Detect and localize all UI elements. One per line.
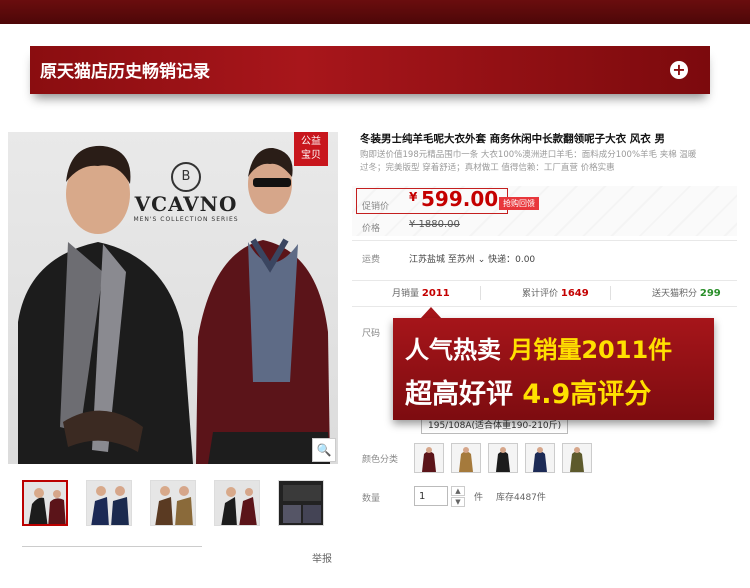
- quantity-label: 数量: [362, 494, 381, 504]
- brand-logo: B VCAVNO MEN'S COLLECTION SERIES: [126, 162, 246, 223]
- badge-line1: 公益: [301, 136, 321, 147]
- price-tag-badge: 抢购回馈: [499, 197, 539, 210]
- review-count-value: 1649: [560, 288, 589, 299]
- promo-rating: 4.9高评分: [522, 379, 652, 410]
- color-label: 颜色分类: [362, 455, 399, 465]
- color-swatch-camel[interactable]: [451, 443, 481, 473]
- swatch-2-image: [459, 447, 473, 472]
- swatch-3-image: [496, 447, 510, 472]
- tmall-points-label: 送天猫积分: [652, 289, 698, 299]
- sales-stats: 月销量 2011 累计评价 1649 送天猫积分 299: [352, 282, 737, 304]
- color-swatch-black[interactable]: [488, 443, 518, 473]
- size-label: 尺码: [362, 329, 381, 339]
- zoom-icon[interactable]: 🔍: [312, 438, 336, 462]
- shipping-label: 运费: [362, 255, 381, 265]
- thumb-4-image: [215, 481, 259, 525]
- brand-tagline: MEN'S COLLECTION SERIES: [133, 216, 239, 223]
- brand-emblem-icon: B: [171, 162, 201, 192]
- promo-hot-sale: 人气热卖: [405, 336, 501, 364]
- shipping-info[interactable]: 江苏盐城 至苏州 ⌄ 快递：0.00: [409, 252, 535, 265]
- swatch-1-image: [422, 447, 436, 472]
- thumbnail-2[interactable]: [86, 480, 132, 526]
- swatch-5-image: [570, 447, 584, 472]
- divider: [352, 280, 737, 281]
- stock-count: 库存4487件: [496, 493, 546, 503]
- stat-separator: [480, 286, 481, 300]
- review-count[interactable]: 累计评价 1649: [522, 286, 589, 299]
- review-count-label: 累计评价: [522, 289, 559, 299]
- brand-name: VCAVNO: [134, 192, 238, 216]
- product-title: 冬装男士纯羊毛呢大衣外套 商务休闲中长款翻领呢子大衣 风衣 男: [360, 133, 665, 145]
- promo-line-2: 超高好评 4.9高评分: [405, 372, 651, 411]
- expand-plus-icon[interactable]: +: [670, 61, 688, 79]
- color-swatch-burgundy[interactable]: [414, 443, 444, 473]
- monthly-sales-value: 2011: [421, 288, 450, 299]
- promo-line-1: 人气热卖 月销量2011件: [405, 330, 672, 365]
- quantity-unit: 件: [474, 493, 484, 503]
- original-price: ¥ 1880.00: [409, 219, 460, 230]
- stat-separator: [610, 286, 611, 300]
- promo-monthly-label: 月销量: [509, 336, 582, 364]
- tmall-points: 送天猫积分 299: [652, 286, 721, 299]
- quantity-down-icon[interactable]: ▼: [451, 497, 465, 507]
- thumbnail-divider: [22, 546, 202, 547]
- thumbnail-5[interactable]: [278, 480, 324, 526]
- report-link[interactable]: 举报: [312, 550, 332, 565]
- monthly-sales: 月销量 2011: [392, 286, 450, 299]
- product-subtitle: 购即送价值198元精品围巾一条 大衣100%澳洲进口羊毛：面料成分100%羊毛 …: [360, 150, 697, 173]
- thumbnail-4[interactable]: [214, 480, 260, 526]
- price-currency: ¥: [409, 190, 418, 204]
- banner-title: 原天猫店历史畅销记录: [40, 62, 210, 82]
- promo-high-praise: 超高好评: [405, 379, 513, 410]
- thumb-3-image: [151, 481, 195, 525]
- thumb-5-image: [279, 481, 323, 525]
- sales-record-banner: 原天猫店历史畅销记录 +: [30, 46, 710, 94]
- top-band: [0, 0, 750, 24]
- promo-banner: 人气热卖 月销量2011件 超高好评 4.9高评分: [393, 318, 714, 420]
- badge-line2: 宝贝: [301, 150, 321, 161]
- tmall-points-value: 299: [699, 288, 721, 299]
- divider: [352, 306, 737, 307]
- quantity-input[interactable]: 1: [414, 486, 448, 506]
- thumb-2-image: [87, 481, 131, 525]
- monthly-sales-label: 月销量: [392, 289, 420, 299]
- swatch-4-image: [533, 447, 547, 472]
- promo-price-label: 促销价: [362, 202, 390, 212]
- thumbnail-1[interactable]: [22, 480, 68, 526]
- color-swatch-navy[interactable]: [525, 443, 555, 473]
- product-main-image: B VCAVNO MEN'S COLLECTION SERIES 公益 宝贝 🔍: [8, 132, 338, 464]
- divider: [352, 240, 737, 241]
- original-price-label: 价格: [362, 224, 381, 234]
- charity-badge: 公益 宝贝: [294, 132, 328, 166]
- thumbnail-3[interactable]: [150, 480, 196, 526]
- color-swatch-olive[interactable]: [562, 443, 592, 473]
- thumb-1-image: [24, 482, 66, 524]
- promo-price: 599.00: [421, 187, 499, 211]
- quantity-up-icon[interactable]: ▲: [451, 486, 465, 496]
- promo-monthly-count: 2011件: [581, 336, 673, 364]
